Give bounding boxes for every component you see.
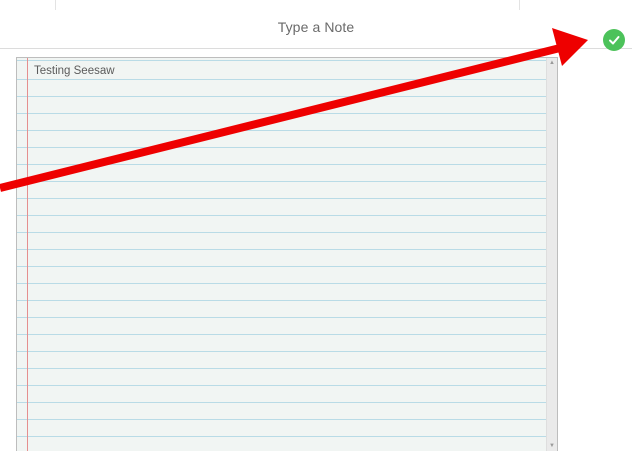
top-divider (55, 0, 56, 10)
checkmark-icon (609, 36, 620, 45)
done-button[interactable] (603, 29, 625, 51)
note-text-area[interactable]: Testing Seesaw ▲ ▼ (16, 57, 558, 451)
scroll-down-arrow-icon[interactable]: ▼ (548, 442, 556, 450)
top-divider (519, 0, 520, 10)
scroll-up-arrow-icon[interactable]: ▲ (548, 59, 556, 67)
paper-margin-line (27, 58, 28, 451)
note-content[interactable]: Testing Seesaw (34, 63, 543, 79)
scrollbar[interactable]: ▲ ▼ (546, 58, 557, 451)
note-header: Type a Note (0, 10, 632, 51)
page-title: Type a Note (277, 19, 355, 35)
